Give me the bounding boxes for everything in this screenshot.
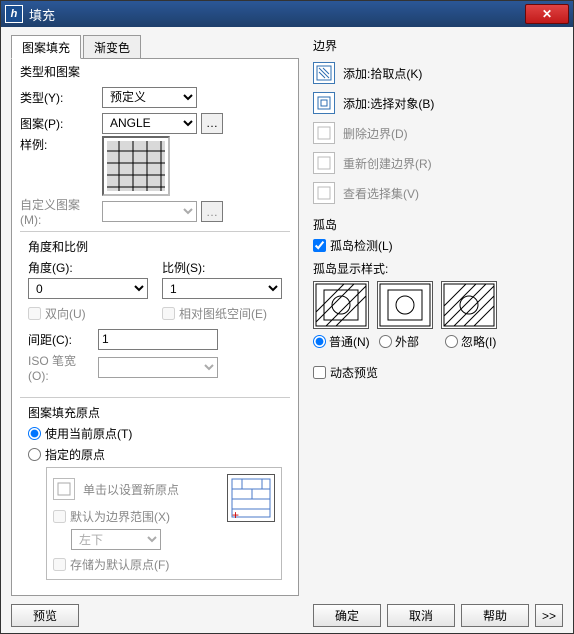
boundary-remove: 删除边界(D) (313, 118, 563, 148)
custom-select (102, 201, 197, 222)
spacing-label: 间距(C): (28, 331, 94, 348)
remove-boundary-icon (313, 122, 335, 144)
custom-browse-button: … (201, 201, 223, 222)
recreate-boundary-icon (313, 152, 335, 174)
island-style-label: 孤岛显示样式: (313, 260, 563, 277)
pattern-select[interactable]: ANGLE (102, 113, 197, 134)
iso-label: ISO 笔宽(O): (28, 352, 94, 383)
expand-button[interactable]: >> (535, 604, 563, 627)
origin-default-ext-checkbox: 默认为边界范围(X) (53, 508, 221, 525)
dynamic-preview-checkbox[interactable]: 动态预览 (313, 364, 563, 381)
group-boundary-title: 边界 (313, 37, 563, 54)
button-bar: 预览 确定 取消 帮助 >> (11, 596, 563, 627)
window-title: 填充 (29, 5, 525, 24)
help-button[interactable]: 帮助 (461, 604, 529, 627)
island-radio-outer[interactable]: 外部 (379, 333, 439, 350)
double-checkbox: 双向(U) (28, 305, 148, 322)
hatch-preview-icon (107, 141, 165, 191)
pick-point-icon (313, 62, 335, 84)
boundary-add-pick[interactable]: 添加:拾取点(K) (313, 58, 563, 88)
origin-specified-radio[interactable]: 指定的原点 (28, 446, 282, 463)
preview-button[interactable]: 预览 (11, 604, 79, 627)
iso-select (98, 357, 218, 378)
group-type-title: 类型和图案 (20, 63, 290, 80)
group-islands-title: 孤岛 (313, 216, 563, 233)
ok-button[interactable]: 确定 (313, 604, 381, 627)
boundary-viewsel: 查看选择集(V) (313, 178, 563, 208)
spacing-input[interactable] (98, 329, 218, 350)
select-object-icon (313, 92, 335, 114)
island-thumb-outer[interactable] (377, 281, 433, 329)
island-thumbs (313, 281, 563, 329)
type-select[interactable]: 预定义 (102, 87, 197, 108)
origin-subpanel: + 单击以设置新原点 默认为边界范围(X) 左下 存储为默认原点(F) (46, 467, 282, 580)
origin-swatch: + (227, 474, 275, 522)
app-icon: h (5, 5, 23, 23)
group-origin-title: 图案填充原点 (28, 404, 282, 421)
custom-label: 自定义图案(M): (20, 196, 98, 227)
view-selection-icon (313, 182, 335, 204)
angle-label: 角度(G): (28, 259, 148, 276)
island-thumb-ignore[interactable] (441, 281, 497, 329)
dialog-window: h 填充 ✕ 图案填充 渐变色 类型和图案 类型(Y): 预定义 (0, 0, 574, 634)
boundary-recreate: 重新创建边界(R) (313, 148, 563, 178)
tab-gradient[interactable]: 渐变色 (83, 35, 141, 59)
pattern-label: 图案(P): (20, 115, 98, 132)
tab-strip: 图案填充 渐变色 (11, 35, 299, 59)
island-detect-checkbox[interactable]: 孤岛检测(L) (313, 237, 563, 254)
origin-pick-button: 单击以设置新原点 (53, 474, 221, 504)
swatch-label: 样例: (20, 136, 98, 153)
island-radio-normal[interactable]: 普通(N) (313, 333, 373, 350)
origin-pos-select: 左下 (71, 529, 161, 550)
cancel-button[interactable]: 取消 (387, 604, 455, 627)
scale-select[interactable]: 1 (162, 278, 282, 299)
tab-hatch[interactable]: 图案填充 (11, 35, 81, 59)
pattern-swatch[interactable] (102, 136, 170, 196)
scale-label: 比例(S): (162, 259, 282, 276)
hatch-panel: 类型和图案 类型(Y): 预定义 图案(P): ANGLE … 样例: (11, 58, 299, 596)
boundary-add-select[interactable]: 添加:选择对象(B) (313, 88, 563, 118)
angle-select[interactable]: 0 (28, 278, 148, 299)
svg-text:+: + (232, 508, 239, 521)
pattern-browse-button[interactable]: … (201, 113, 223, 134)
island-thumb-normal[interactable] (313, 281, 369, 329)
island-radio-ignore[interactable]: 忽略(I) (445, 333, 505, 350)
type-label: 类型(Y): (20, 89, 98, 106)
origin-current-radio[interactable]: 使用当前原点(T) (28, 425, 282, 442)
close-button[interactable]: ✕ (525, 4, 569, 24)
paperspace-checkbox: 相对图纸空间(E) (162, 305, 282, 322)
titlebar[interactable]: h 填充 ✕ (1, 1, 573, 27)
group-angle-title: 角度和比例 (28, 238, 282, 255)
dialog-body: 图案填充 渐变色 类型和图案 类型(Y): 预定义 图案(P): ANGLE … (1, 27, 573, 633)
origin-store-checkbox: 存储为默认原点(F) (53, 556, 275, 573)
